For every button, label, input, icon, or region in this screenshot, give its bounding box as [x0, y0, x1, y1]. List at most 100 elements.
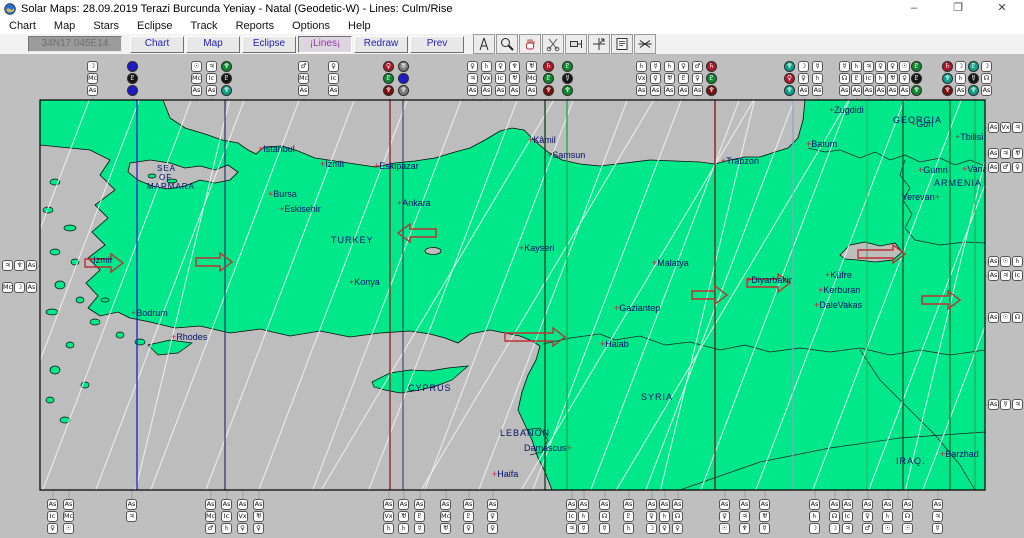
planet-glyph-badge: Ic [566, 511, 577, 522]
asterisk-icon[interactable] [634, 34, 656, 54]
scissors-icon[interactable] [542, 34, 564, 54]
planet-glyph-badge: ☿ [578, 523, 589, 534]
planet-glyph-badge: ♀ [467, 61, 478, 72]
planet-glyph-badge: ♅ [664, 73, 675, 84]
planet-glyph-badge: ☽ [809, 523, 820, 534]
marker-column: ♇ ☿ ♆ [968, 61, 979, 96]
planet-glyph-badge: As [955, 85, 966, 96]
planet-glyph-badge: ♆ [562, 85, 573, 96]
eclipse-button[interactable]: Eclipse [242, 35, 296, 53]
planet-glyph-badge: As [719, 499, 730, 510]
map-button[interactable]: Map [186, 35, 240, 53]
svg-text:+Haifa: +Haifa [492, 469, 518, 479]
planet-glyph-badge: ☽ [646, 523, 657, 534]
map-canvas[interactable]: SEA OF MARMARA TURKEY CYPRUS LEBANON SYRIA GEOR… [0, 54, 1024, 538]
planet-glyph-badge: ♀ [646, 511, 657, 522]
planet-glyph-badge: ♇ [414, 511, 425, 522]
planet-glyph-badge: ♃ [206, 61, 217, 72]
marker-column: ☉ ♀ As [899, 61, 910, 96]
planet-glyph-badge: As [206, 85, 217, 96]
planet-glyph-badge: ♀ [875, 61, 886, 72]
svg-text:MARMARA: MARMARA [147, 182, 195, 191]
menu-item-help[interactable]: Help [339, 20, 380, 32]
planet-glyph-badge: ♀ [784, 73, 795, 84]
planet-glyph-badge: ♃ [1000, 148, 1011, 159]
planet-glyph-badge: ♅ [398, 511, 409, 522]
planet-glyph-badge: ♀ [487, 511, 498, 522]
planet-glyph-badge: As [26, 282, 37, 293]
redraw-button[interactable]: Redraw [354, 35, 408, 53]
planet-glyph-badge: As [678, 85, 689, 96]
marker-row: As ♃ Ic [988, 270, 1023, 281]
planet-glyph-badge: Mc [440, 511, 451, 522]
marker-column: ☽ ♄ As [955, 61, 966, 96]
menu-item-options[interactable]: Options [283, 20, 339, 32]
menu-item-map[interactable]: Map [45, 20, 84, 32]
marker-column: As ♀ ♀ [487, 499, 498, 534]
svg-text:+Halab: +Halab [600, 339, 629, 349]
planet-glyph-badge: ♆ [942, 85, 953, 96]
planet-glyph-badge: ♄ [636, 61, 647, 72]
menu-item-chart[interactable]: Chart [0, 20, 45, 32]
marker-column: As ♃ ♆ [739, 499, 750, 534]
planet-glyph-badge: ☿ [968, 73, 979, 84]
planet-glyph-badge: ☿ [839, 61, 850, 72]
planet-glyph-badge: As [495, 85, 506, 96]
planet-glyph-badge: ♄ [955, 73, 966, 84]
planet-glyph-badge: As [798, 85, 809, 96]
planet-glyph-badge: Vx [636, 73, 647, 84]
planet-glyph-badge: Mc [2, 282, 13, 293]
planet-glyph-badge: ☽ [981, 61, 992, 72]
planet-glyph-badge: As [205, 499, 216, 510]
report-icon[interactable] [611, 34, 633, 54]
planet-glyph-badge: As [809, 499, 820, 510]
menu-item-track[interactable]: Track [181, 20, 226, 32]
lines-button[interactable]: ¡Lines¡ [298, 35, 352, 53]
menu-item-reports[interactable]: Reports [227, 20, 284, 32]
ruler-icon[interactable] [565, 34, 587, 54]
planet-glyph-badge: ♀ [253, 523, 264, 534]
svg-text:+Diyarbakir: +Diyarbakir [746, 275, 792, 285]
crosshair-icon[interactable] [588, 34, 610, 54]
zoom-icon[interactable] [496, 34, 518, 54]
planet-glyph-badge: ☿ [562, 73, 573, 84]
planet-glyph-badge: ♂ [205, 523, 216, 534]
planet-glyph-badge: ☿ [414, 523, 425, 534]
svg-text:+Tbilisi: +Tbilisi [955, 132, 983, 142]
planet-glyph-badge: ☽ [955, 61, 966, 72]
planet-glyph-badge: ♄ [812, 73, 823, 84]
astro-map[interactable]: SEAOFMARMARATURKEYCYPRUSLEBANONSYRIAGEOR… [0, 54, 1024, 538]
svg-text:+Ankara: +Ankara [397, 198, 431, 208]
planet-glyph-badge: ♀ [862, 511, 873, 522]
planet-glyph-badge: As [842, 499, 853, 510]
planet-glyph-badge: ☿ [599, 523, 610, 534]
planet-glyph-badge: Ic [47, 511, 58, 522]
planet-glyph-badge: ♀ [487, 523, 498, 534]
planet-glyph-badge: ♆ [968, 85, 979, 96]
planet-glyph-badge: ♂ [862, 523, 873, 534]
compass-icon[interactable] [473, 34, 495, 54]
prev-button[interactable]: Prev [410, 35, 464, 53]
chart-button[interactable]: Chart [130, 35, 184, 53]
menu-item-eclipse[interactable]: Eclipse [128, 20, 181, 32]
planet-glyph-badge: Ic [842, 511, 853, 522]
marker-column: As ♄ ♀ [659, 499, 670, 534]
svg-text:+Samsun: +Samsun [547, 150, 585, 160]
minimize-button[interactable]: – [892, 0, 936, 18]
planet-glyph-badge: Ic [221, 511, 232, 522]
close-button[interactable]: ✕ [980, 0, 1024, 18]
menu-item-stars[interactable]: Stars [84, 20, 128, 32]
planet-glyph-badge: ☽ [829, 523, 840, 534]
planet-glyph-badge: ♇ [678, 73, 689, 84]
svg-text:+Konya: +Konya [349, 277, 380, 287]
planet-glyph-badge: ♆ [14, 260, 25, 271]
planet-glyph-badge: As [526, 85, 537, 96]
svg-text:+Istanbul: +Istanbul [258, 144, 295, 154]
maximize-button[interactable]: ❐ [936, 0, 980, 18]
marker-column: As Mc ♂ [205, 499, 216, 534]
planet-glyph-badge: As [875, 85, 886, 96]
planet-glyph-badge: As [126, 499, 137, 510]
planet-glyph-badge: As [467, 85, 478, 96]
hand-icon[interactable] [519, 34, 541, 54]
planet-glyph-badge: ☿ [812, 61, 823, 72]
